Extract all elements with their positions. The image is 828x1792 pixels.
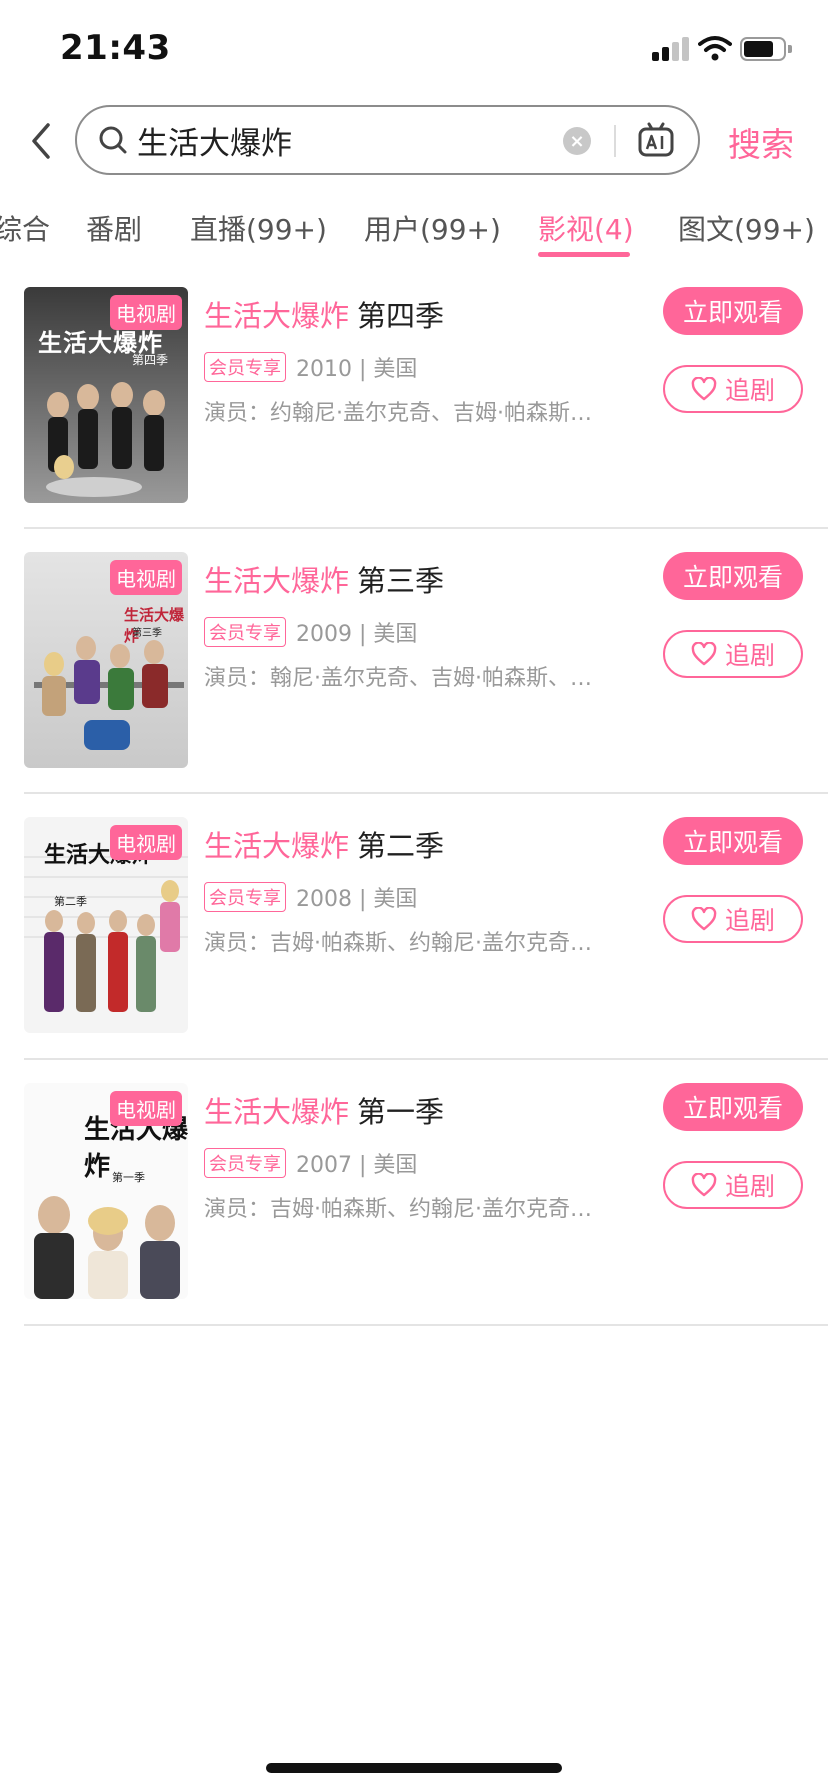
clear-icon[interactable]: × [563,127,591,155]
ai-icon[interactable] [637,121,675,159]
divider [24,1324,828,1326]
status-bar: 21:43 [0,0,828,100]
status-time: 21:43 [60,28,171,68]
search-box[interactable]: × [75,105,700,175]
battery-icon [740,37,792,61]
result-info: 生活大爆炸 第三季 会员专享 2009 | 美国 演员：翰尼·盖尔克奇、吉姆·帕森斯… [204,558,634,692]
result-title[interactable]: 生活大爆炸 第一季 [204,1089,634,1131]
vip-tag: 会员专享 [204,1148,286,1178]
follow-button[interactable]: 追剧 [663,895,803,943]
vip-tag: 会员专享 [204,352,286,382]
wifi-icon [698,36,732,61]
divider [24,1058,828,1060]
type-badge: 电视剧 [110,560,182,595]
result-meta: 会员专享 2009 | 美国 [204,616,634,648]
cast-text: 演员：吉姆·帕森斯、约翰尼·盖尔克奇… [204,931,592,956]
title-season: 第一季 [357,1095,445,1129]
poster-subtitle: 第一季 [112,1171,145,1184]
watch-now-button[interactable]: 立即观看 [663,817,803,865]
result-item[interactable]: 生活大爆炸 第四季 电视剧 生活大爆炸 第四季 会员专享 2010 | 美国 演员：… [0,287,828,552]
search-icon [99,126,127,154]
title-highlight: 生活大爆炸 [204,564,350,598]
title-highlight: 生活大爆炸 [204,1095,350,1129]
heart-icon [691,907,717,931]
title-season: 第三季 [357,564,445,598]
watch-now-button[interactable]: 立即观看 [663,287,803,335]
result-meta: 会员专享 2007 | 美国 [204,1147,634,1179]
tab-live[interactable]: 直播(99+) [190,208,327,248]
divider [24,527,828,529]
heart-icon [691,377,717,401]
title-highlight: 生活大爆炸 [204,299,350,333]
result-title[interactable]: 生活大爆炸 第四季 [204,293,634,335]
follow-button[interactable]: 追剧 [663,1161,803,1209]
poster-image[interactable]: 生活大爆炸 第四季 电视剧 [24,287,188,503]
title-highlight: 生活大爆炸 [204,829,350,863]
heart-icon [691,1173,717,1197]
poster-image[interactable]: 生活大爆炸 第一季 电视剧 [24,1083,188,1299]
watch-now-button[interactable]: 立即观看 [663,552,803,600]
result-info: 生活大爆炸 第二季 会员专享 2008 | 美国 演员：吉姆·帕森斯、约翰尼·盖尔克… [204,823,634,957]
home-indicator[interactable] [266,1763,562,1773]
signal-icon [652,37,692,61]
follow-button[interactable]: 追剧 [663,365,803,413]
divider [24,792,828,794]
result-item[interactable]: 生活大爆炸 第三季 电视剧 生活大爆炸 第三季 会员专享 2009 | 美国 演员：… [0,552,828,817]
result-meta: 会员专享 2008 | 美国 [204,881,634,913]
year-region: 2009 | 美国 [296,622,418,647]
active-tab-indicator [538,252,630,257]
chevron-left-icon [32,123,50,159]
follow-label: 追剧 [724,1172,775,1201]
result-item[interactable]: 生活大爆炸 第二季 电视剧 生活大爆炸 第二季 会员专享 2008 | 美国 演员：… [0,817,828,1082]
type-badge: 电视剧 [110,825,182,860]
year-region: 2007 | 美国 [296,1153,418,1178]
heart-icon [691,642,717,666]
tab-bar: 综合 番剧 直播(99+) 用户(99+) 影视(4) 图文(99+) [0,200,828,270]
result-title[interactable]: 生活大爆炸 第三季 [204,558,634,600]
back-button[interactable] [20,116,60,166]
poster-subtitle: 第四季 [132,353,169,367]
search-button[interactable]: 搜索 [728,118,794,166]
tab-video[interactable]: 影视(4) [538,208,634,248]
follow-label: 追剧 [724,641,775,670]
tab-users[interactable]: 用户(99+) [364,208,501,248]
title-season: 第四季 [357,299,445,333]
follow-button[interactable]: 追剧 [663,630,803,678]
watch-now-button[interactable]: 立即观看 [663,1083,803,1131]
poster-image[interactable]: 生活大爆炸 第二季 电视剧 [24,817,188,1033]
divider [614,125,616,157]
follow-label: 追剧 [724,906,775,935]
result-info: 生活大爆炸 第四季 会员专享 2010 | 美国 演员：约翰尼·盖尔克奇、吉姆·帕森… [204,293,634,427]
tab-all[interactable]: 综合 [0,208,50,248]
cast-text: 演员：翰尼·盖尔克奇、吉姆·帕森斯、… [204,666,592,691]
cast-text: 演员：约翰尼·盖尔克奇、吉姆·帕森斯… [204,401,592,426]
poster-subtitle: 第二季 [54,895,87,908]
type-badge: 电视剧 [110,1091,182,1126]
result-info: 生活大爆炸 第一季 会员专享 2007 | 美国 演员：吉姆·帕森斯、约翰尼·盖尔克… [204,1089,634,1223]
poster-subtitle: 第三季 [132,628,162,639]
tab-anime[interactable]: 番剧 [86,208,142,248]
search-input[interactable] [137,115,517,165]
year-region: 2010 | 美国 [296,357,418,382]
result-meta: 会员专享 2010 | 美国 [204,351,634,383]
year-region: 2008 | 美国 [296,887,418,912]
follow-label: 追剧 [724,376,775,405]
vip-tag: 会员专享 [204,617,286,647]
type-badge: 电视剧 [110,295,182,330]
result-title[interactable]: 生活大爆炸 第二季 [204,823,634,865]
vip-tag: 会员专享 [204,882,286,912]
poster-image[interactable]: 生活大爆炸 第三季 电视剧 [24,552,188,768]
result-item[interactable]: 生活大爆炸 第一季 电视剧 生活大爆炸 第一季 会员专享 2007 | 美国 演员：… [0,1083,828,1348]
title-season: 第二季 [357,829,445,863]
tab-articles[interactable]: 图文(99+) [678,208,815,248]
cast-text: 演员：吉姆·帕森斯、约翰尼·盖尔克奇… [204,1197,592,1222]
